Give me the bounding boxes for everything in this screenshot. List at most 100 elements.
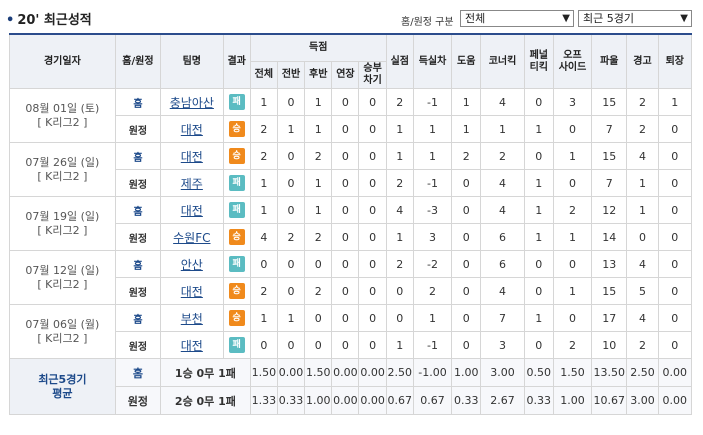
match-date-text: 07월 19일 (일) — [25, 209, 100, 223]
team-link[interactable]: 수원FC — [173, 231, 210, 245]
team-link[interactable]: 대전 — [181, 285, 203, 299]
match-date: 08월 01일 (토)[ K리그2 ] — [9, 88, 116, 143]
team-link[interactable]: 대전 — [181, 204, 203, 218]
stat-cell: 2 — [385, 169, 414, 197]
team-link[interactable]: 대전 — [181, 339, 203, 353]
stat-cell: 0 — [552, 115, 593, 143]
stat-cell: 7 — [480, 304, 525, 332]
stat-cell: 2 — [626, 331, 659, 359]
table-row: 07월 06일 (월)[ K리그2 ] 홈 부천 승 1 1 0 0 0 0 1 0 7 1 0 17 4 0 — [9, 304, 693, 359]
stat-cell: 1 — [451, 88, 482, 116]
match-league: [ K리그2 ] — [37, 115, 88, 129]
stat-cell: 0 — [358, 169, 387, 197]
result-cell: 승 — [222, 115, 251, 143]
average-stat-cell: 1.00 — [451, 358, 482, 387]
stat-cell: 0 — [358, 250, 387, 278]
home-away-cell: 홈 — [114, 250, 162, 278]
stat-cell: 2 — [626, 88, 659, 116]
stat-cell: 1 — [276, 304, 306, 332]
col-fouls: 파울 — [591, 33, 628, 89]
average-row: 최근5경기 평균 홈 1승 0무 1패 1.50 0.00 1.50 0.00 0.00 2.50… — [9, 358, 693, 415]
stat-cell: 1 — [412, 115, 453, 143]
team-cell: 대전 — [160, 331, 224, 359]
result-cell: 패 — [222, 331, 251, 359]
stat-cell: 4 — [626, 142, 659, 170]
team-link[interactable]: 부천 — [181, 312, 203, 326]
team-link[interactable]: 제주 — [181, 177, 203, 191]
stat-cell: 4 — [385, 196, 414, 224]
record-cell: 1승 0무 1패 — [160, 358, 251, 387]
team-link[interactable]: 안산 — [181, 258, 203, 272]
average-stat-cell: 1.50 — [552, 358, 593, 387]
stat-cell: 2 — [249, 277, 278, 305]
match-date-text: 08월 01일 (토) — [25, 101, 100, 115]
stat-cell: 1 — [385, 223, 414, 251]
stat-cell: 0 — [451, 223, 482, 251]
stat-cell: 0 — [276, 250, 306, 278]
col-goal-diff: 득실차 — [412, 33, 453, 89]
stat-cell: 0 — [657, 277, 693, 305]
stat-cell: 2 — [480, 142, 525, 170]
stat-cell: -2 — [412, 250, 453, 278]
stat-cell: 1 — [480, 115, 525, 143]
table-row: 07월 26일 (일)[ K리그2 ] 홈 대전 승 2 0 2 0 0 1 1 2 2 0 1 15 4 0 — [9, 142, 693, 197]
average-stat-cell: 0.00 — [276, 358, 306, 387]
home-away-select[interactable]: 전체 ▼ — [460, 10, 574, 27]
stat-cell: 0 — [331, 277, 360, 305]
result-cell: 패 — [222, 169, 251, 197]
stat-cell: 0 — [358, 277, 387, 305]
average-stat-cell: 2.67 — [480, 386, 525, 415]
stat-cell: 1 — [304, 115, 333, 143]
record-cell: 2승 0무 1패 — [160, 386, 251, 415]
col-goals-second-half: 후반 — [304, 61, 333, 89]
section-title: • 20' 최근성적 — [6, 9, 92, 28]
home-away-cell: 원정 — [114, 115, 162, 143]
stat-cell: 0 — [385, 277, 414, 305]
stat-cell: 0 — [451, 169, 482, 197]
team-cell: 대전 — [160, 115, 224, 143]
team-link[interactable]: 대전 — [181, 123, 203, 137]
team-link[interactable]: 충남아산 — [170, 96, 214, 110]
average-stat-cell: 0.33 — [451, 386, 482, 415]
team-link[interactable]: 대전 — [181, 150, 203, 164]
stat-cell: 2 — [626, 115, 659, 143]
stat-cell: 2 — [304, 277, 333, 305]
stat-cell: -1 — [412, 331, 453, 359]
result-cell: 패 — [222, 196, 251, 224]
average-stat-cell: 0.00 — [657, 358, 693, 387]
result-badge: 승 — [228, 229, 245, 245]
match-league: [ K리그2 ] — [37, 223, 88, 237]
stat-cell: 0 — [331, 304, 360, 332]
stat-cell: 0 — [304, 331, 333, 359]
team-cell: 제주 — [160, 169, 224, 197]
average-stat-cell: 1.50 — [304, 358, 333, 387]
stat-cell: 0 — [304, 304, 333, 332]
col-goals-total: 전체 — [249, 61, 278, 89]
team-cell: 안산 — [160, 250, 224, 278]
average-stat-cell: 1.33 — [249, 386, 278, 415]
stat-cell: 0 — [276, 196, 306, 224]
stat-cell: 14 — [591, 223, 628, 251]
team-cell: 대전 — [160, 142, 224, 170]
stat-cell: 2 — [451, 142, 482, 170]
stat-cell: 0 — [276, 277, 306, 305]
stat-cell: 12 — [591, 196, 628, 224]
stat-cell: 1 — [385, 115, 414, 143]
stat-cell: 4 — [480, 169, 525, 197]
stat-cell: 0 — [249, 331, 278, 359]
stat-cell: 0 — [552, 169, 593, 197]
stat-cell: 0 — [523, 277, 554, 305]
result-badge: 패 — [228, 94, 245, 110]
result-cell: 승 — [222, 304, 251, 332]
match-date: 07월 06일 (월)[ K리그2 ] — [9, 304, 116, 359]
range-select[interactable]: 최근 5경기 ▼ — [578, 10, 692, 27]
result-cell: 패 — [222, 250, 251, 278]
average-stat-cell: 0.50 — [523, 358, 554, 387]
stat-cell: 17 — [591, 304, 628, 332]
stat-cell: 0 — [358, 331, 387, 359]
stat-cell: 0 — [657, 142, 693, 170]
stat-cell: 1 — [626, 169, 659, 197]
stat-cell: 0 — [385, 304, 414, 332]
average-stat-cell: 0.00 — [657, 386, 693, 415]
result-badge: 승 — [228, 148, 245, 164]
